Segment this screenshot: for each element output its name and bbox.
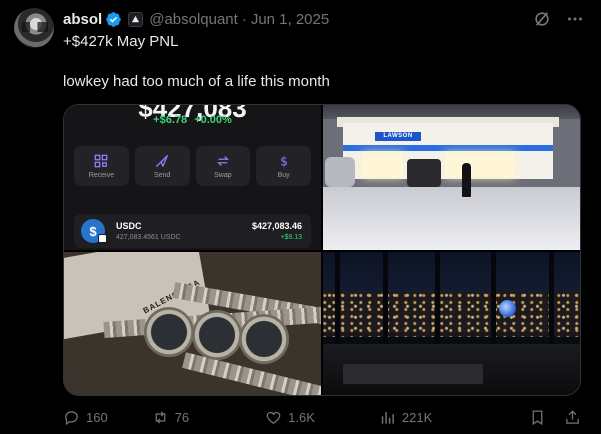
person-silhouette (462, 163, 471, 197)
repost-count: 76 (174, 409, 190, 425)
wallet-change-pct: +0.00% (194, 114, 232, 126)
media-image-city-view[interactable] (323, 252, 580, 395)
dollar-icon: $ (280, 154, 288, 168)
asset-amount: 427,083.4561 USDC (116, 234, 181, 241)
window-mullion (383, 252, 388, 352)
wallet-action-swap: Swap (195, 146, 251, 186)
wallet-action-send: Send (134, 146, 190, 186)
send-icon (156, 154, 169, 167)
share-icon[interactable] (564, 409, 581, 426)
swap-icon (216, 155, 229, 166)
wallet-change-amount: +$6.78 (153, 114, 188, 126)
views-count: 221K (401, 409, 433, 425)
chain-badge-icon (98, 234, 107, 243)
more-options-icon[interactable] (567, 11, 583, 27)
wallet-change: +$6.78 +0.00% (64, 114, 321, 126)
wallet-asset-row: $ USDC 427,083.4561 USDC $427,083.46 +$9… (74, 214, 311, 248)
verified-badge-icon (106, 11, 121, 27)
wallet-action-buy: $ Buy (256, 146, 311, 186)
tweet-text-line-2: lowkey had too much of a life this month (63, 73, 330, 90)
reply-count: 160 (86, 409, 108, 425)
reply-icon (65, 410, 78, 425)
media-image-watches[interactable]: BALENCIAGA (64, 252, 321, 395)
kitchen-counter (343, 364, 483, 384)
watch-face (239, 314, 289, 364)
watch-face (192, 310, 242, 360)
affiliate-badge-icon[interactable] (128, 11, 144, 27)
media-image-convenience-store[interactable]: LAWSON (323, 105, 580, 250)
svg-text:$: $ (280, 154, 288, 168)
parked-car (325, 157, 355, 187)
media-image-wallet[interactable]: $427,083 +$6.78 +0.00% Receive Send Swap… (64, 105, 321, 250)
grok-icon[interactable] (533, 10, 551, 28)
dark-van (407, 159, 441, 187)
wallet-action-receive: Receive (74, 146, 129, 186)
window-mullion (435, 252, 440, 352)
store-stripe (343, 145, 553, 151)
store-window (363, 153, 403, 177)
store-window (445, 153, 515, 177)
watch-face (144, 307, 194, 357)
tweet-date[interactable]: Jun 1, 2025 (251, 11, 329, 28)
wallet-action-label: Send (153, 171, 171, 179)
blue-lamp (499, 300, 516, 317)
repost-button[interactable]: 76 (152, 409, 189, 426)
window-mullion (335, 252, 340, 352)
wallet-action-label: Buy (277, 171, 290, 179)
like-button[interactable]: 1.6K (265, 409, 315, 426)
window-mullion (491, 252, 496, 352)
window-mullion (549, 252, 554, 352)
separator-dot: · (241, 10, 247, 28)
like-count: 1.6K (288, 409, 315, 425)
reply-button[interactable]: 160 (63, 409, 108, 426)
author-name[interactable]: absol (63, 11, 102, 28)
avatar[interactable] (14, 8, 54, 48)
tweet-text-line-1: +$427k May PNL (63, 33, 179, 50)
tweet-header: absol @absolquant · Jun 1, 2025 (63, 9, 583, 29)
bookmark-icon[interactable] (529, 409, 546, 426)
author-handle[interactable]: @absolquant (149, 11, 238, 28)
asset-value: $427,083.46 (251, 221, 302, 231)
city-lights (323, 292, 580, 337)
wallet-actions: Receive Send Swap $ Buy (74, 146, 311, 186)
wallet-action-label: Receive (88, 171, 115, 179)
views-chart-icon (381, 411, 394, 424)
store-sign: LAWSON (375, 132, 421, 141)
repost-icon (155, 410, 166, 424)
tweet-action-bar: 160 76 1.6K 221K (63, 404, 581, 430)
asset-name: USDC (116, 221, 142, 231)
asset-gain: +$9.13 (280, 234, 302, 241)
media-grid: $427,083 +$6.78 +0.00% Receive Send Swap… (63, 104, 581, 396)
snowy-ground (323, 187, 580, 250)
qr-icon (95, 154, 108, 167)
wallet-action-label: Swap (214, 171, 232, 179)
heart-icon (266, 411, 281, 424)
views-button[interactable]: 221K (379, 409, 432, 426)
